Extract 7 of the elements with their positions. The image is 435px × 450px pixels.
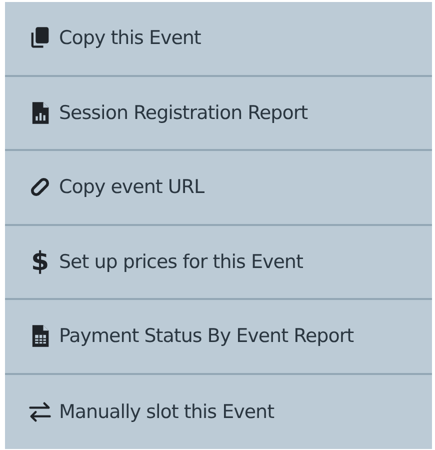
menu-item[interactable]: Copy event URL <box>5 151 432 226</box>
menu-item[interactable]: Manually slot this Event <box>5 374 432 449</box>
menu-item[interactable]: $ Set up prices for this Event <box>5 226 432 300</box>
menu-item[interactable]: Payment Status By Event Report <box>5 300 432 374</box>
menu-item[interactable]: Session Registration Report <box>5 76 432 151</box>
dollar-icon: $ <box>27 248 53 275</box>
menu-item[interactable]: Copy this Event <box>5 2 432 76</box>
